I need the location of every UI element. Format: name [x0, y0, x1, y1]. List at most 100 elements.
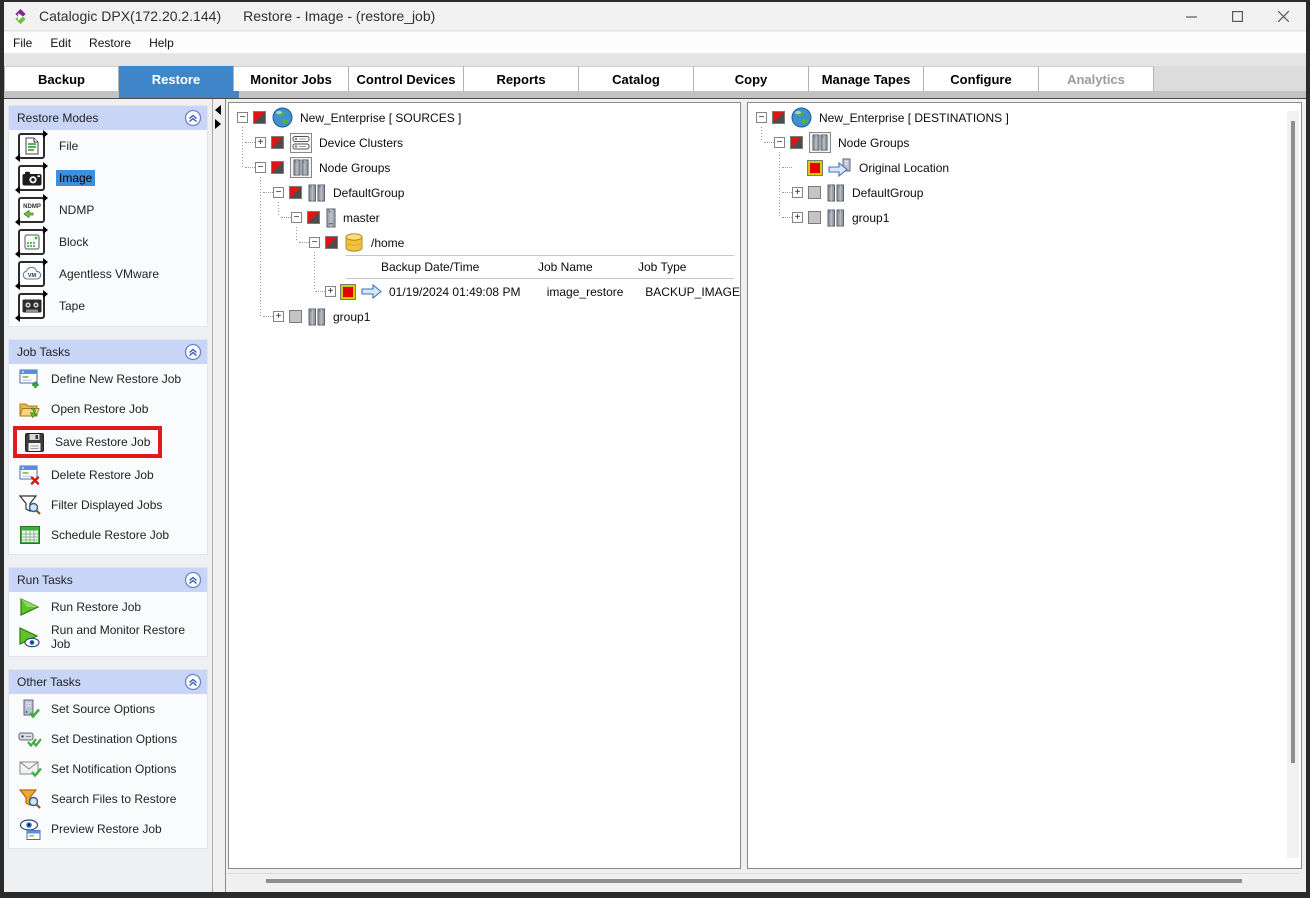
tristate-checkbox[interactable]: [325, 236, 338, 249]
expander-icon[interactable]: [255, 137, 266, 148]
tab-catalog[interactable]: Catalog: [579, 66, 694, 91]
vertical-scrollbar[interactable]: [1287, 111, 1299, 858]
tree-node-home-volume[interactable]: /home: [299, 230, 740, 255]
mode-item-ndmp[interactable]: NDMP NDMP: [9, 194, 207, 226]
horizontal-scrollbar[interactable]: [228, 873, 1298, 888]
task-set-notification-options[interactable]: Set Notification Options: [9, 754, 207, 784]
collapse-right-icon[interactable]: [215, 119, 221, 129]
menu-file[interactable]: File: [4, 36, 41, 50]
expander-icon[interactable]: [774, 137, 785, 148]
task-label: Filter Displayed Jobs: [51, 498, 162, 512]
tab-copy[interactable]: Copy: [694, 66, 809, 91]
task-save-restore-job[interactable]: Save Restore Job: [9, 424, 207, 460]
task-label: Schedule Restore Job: [51, 528, 169, 542]
tristate-checkbox[interactable]: [271, 136, 284, 149]
expander-icon[interactable]: [325, 286, 336, 297]
unchecked-checkbox[interactable]: [808, 211, 821, 224]
selected-checkbox[interactable]: [341, 285, 355, 299]
expander-icon[interactable]: [291, 212, 302, 223]
tab-backup[interactable]: Backup: [4, 66, 119, 91]
block-icon: [18, 229, 45, 255]
task-set-source-options[interactable]: Set Source Options: [9, 694, 207, 724]
expander-icon[interactable]: [756, 112, 767, 123]
task-delete-restore-job[interactable]: Delete Restore Job: [9, 460, 207, 490]
mode-item-tape[interactable]: Tape: [9, 290, 207, 322]
task-open-restore-job[interactable]: Open Restore Job: [9, 394, 207, 424]
tab-control-devices[interactable]: Control Devices: [349, 66, 464, 91]
tree-node-device-clusters[interactable]: Device Clusters: [245, 130, 740, 155]
collapse-section-icon[interactable]: [184, 343, 202, 361]
tristate-checkbox[interactable]: [307, 211, 320, 224]
task-search-files-to-restore[interactable]: Search Files to Restore: [9, 784, 207, 814]
task-run-restore-job[interactable]: Run Restore Job: [9, 592, 207, 622]
selected-checkbox[interactable]: [808, 161, 822, 175]
section-header-other-tasks[interactable]: Other Tasks: [9, 670, 207, 694]
unchecked-checkbox[interactable]: [289, 310, 302, 323]
tristate-checkbox[interactable]: [289, 186, 302, 199]
splitter-collapse-arrows[interactable]: [215, 105, 221, 129]
expander-icon[interactable]: [792, 187, 803, 198]
tree-node-defaultgroup-dest[interactable]: DefaultGroup: [782, 180, 1301, 205]
collapse-section-icon[interactable]: [184, 109, 202, 127]
mode-item-file[interactable]: File: [9, 130, 207, 162]
tab-manage-tapes[interactable]: Manage Tapes: [809, 66, 924, 91]
expander-icon[interactable]: [273, 311, 284, 322]
section-header-restore-modes[interactable]: Restore Modes: [9, 106, 207, 130]
section-header-run-tasks[interactable]: Run Tasks: [9, 568, 207, 592]
task-schedule-restore-job[interactable]: Schedule Restore Job: [9, 520, 207, 550]
tab-monitor-jobs[interactable]: Monitor Jobs: [234, 66, 349, 91]
window-title-document: Restore - Image - (restore_job): [243, 8, 435, 24]
task-preview-restore-job[interactable]: Preview Restore Job: [9, 814, 207, 844]
tab-reports[interactable]: Reports: [464, 66, 579, 91]
tristate-checkbox[interactable]: [253, 111, 266, 124]
tree-node-new-enterprise-sources[interactable]: New_Enterprise [ SOURCES ]: [237, 105, 740, 130]
maximize-button[interactable]: [1214, 2, 1260, 30]
tristate-checkbox[interactable]: [790, 136, 803, 149]
backup-instance-row[interactable]: 01/19/2024 01:49:08 PM image_restore BAC…: [315, 279, 740, 304]
section-header-job-tasks[interactable]: Job Tasks: [9, 340, 207, 364]
task-filter-displayed-jobs[interactable]: Filter Displayed Jobs: [9, 490, 207, 520]
menu-bar: File Edit Restore Help: [4, 32, 1306, 54]
sidebar-splitter[interactable]: [212, 99, 226, 892]
menu-restore[interactable]: Restore: [80, 36, 140, 50]
mode-item-image[interactable]: Image: [9, 162, 207, 194]
tree-node-label: Original Location: [859, 161, 949, 175]
tree-node-master[interactable]: master: [281, 205, 740, 230]
mode-item-block[interactable]: Block: [9, 226, 207, 258]
collapse-section-icon[interactable]: [184, 571, 202, 589]
task-run-and-monitor-restore-job[interactable]: Run and Monitor Restore Job: [9, 622, 207, 652]
expander-icon[interactable]: [792, 212, 803, 223]
expander-icon[interactable]: [255, 162, 266, 173]
mode-label-ndmp: NDMP: [56, 202, 97, 218]
expander-icon[interactable]: [237, 112, 248, 123]
unchecked-checkbox[interactable]: [808, 186, 821, 199]
collapse-section-icon[interactable]: [184, 673, 202, 691]
close-button[interactable]: [1260, 2, 1306, 30]
tab-restore[interactable]: Restore: [119, 66, 234, 91]
minimize-button[interactable]: [1168, 2, 1214, 30]
tree-node-node-groups-dest[interactable]: Node Groups: [764, 130, 1301, 155]
menu-edit[interactable]: Edit: [41, 36, 80, 50]
tab-configure[interactable]: Configure: [924, 66, 1039, 91]
tree-node-original-location[interactable]: Original Location: [782, 155, 1301, 180]
tree-node-new-enterprise-destinations[interactable]: New_Enterprise [ DESTINATIONS ]: [756, 105, 1301, 130]
tristate-checkbox[interactable]: [772, 111, 785, 124]
vertical-scrollbar-thumb[interactable]: [1291, 121, 1295, 763]
horizontal-scrollbar-thumb[interactable]: [266, 879, 1242, 883]
expander-icon[interactable]: [273, 187, 284, 198]
tree-node-group1[interactable]: group1: [263, 304, 740, 329]
menu-help[interactable]: Help: [140, 36, 183, 50]
tristate-checkbox[interactable]: [271, 161, 284, 174]
column-header-backup-datetime[interactable]: Backup Date/Time: [346, 260, 538, 274]
tree-node-group1-dest[interactable]: group1: [782, 205, 1301, 230]
tree-node-defaultgroup[interactable]: DefaultGroup: [263, 180, 740, 205]
column-header-job-name[interactable]: Job Name: [538, 260, 638, 274]
tree-node-node-groups[interactable]: Node Groups: [245, 155, 740, 180]
column-header-job-type[interactable]: Job Type: [638, 260, 734, 274]
task-set-destination-options[interactable]: Set Destination Options: [9, 724, 207, 754]
task-define-new-restore-job[interactable]: Define New Restore Job: [9, 364, 207, 394]
expander-icon[interactable]: [309, 237, 320, 248]
collapse-left-icon[interactable]: [215, 105, 221, 115]
job-name-value: image_restore: [547, 285, 646, 299]
mode-item-agentless-vmware[interactable]: VM Agentless VMware: [9, 258, 207, 290]
